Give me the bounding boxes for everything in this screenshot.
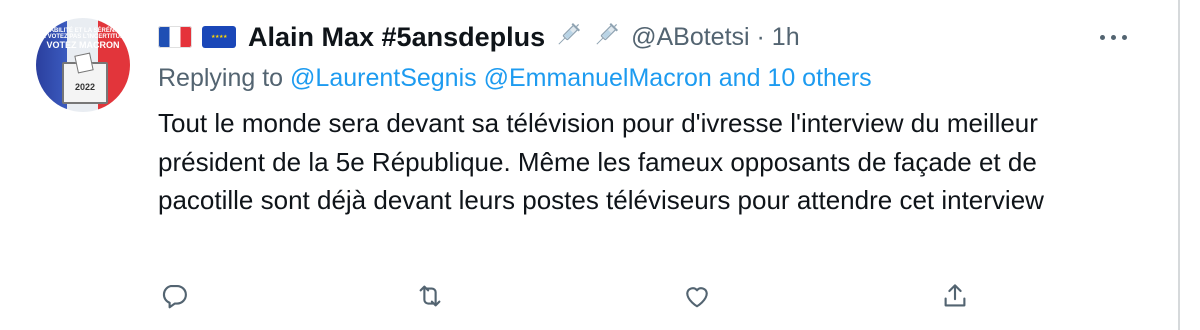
display-name[interactable]: Alain Max #5ansdeplus — [248, 22, 545, 53]
heart-icon — [686, 287, 708, 308]
syringe-icon — [591, 20, 621, 55]
replying-to: Replying to @LaurentSegnis @EmmanuelMacr… — [158, 64, 872, 93]
avatar-banner-line3: VOTEZ MACRON — [46, 39, 120, 50]
avatar[interactable]: STABILITÉ ET LA SÉRÉNITÉ NE VOTEZ PAS L'… — [36, 18, 130, 112]
handle-and-time[interactable]: @ABotetsi · 1h — [631, 23, 800, 52]
retweet-button[interactable] — [410, 276, 450, 316]
share-icon — [944, 284, 966, 307]
reply-button[interactable] — [154, 276, 194, 316]
ballot-paper-icon — [74, 52, 94, 74]
syringe-icon — [553, 20, 583, 55]
tweet-card: STABILITÉ ET LA SÉRÉNITÉ NE VOTEZ PAS L'… — [0, 0, 1180, 330]
reply-icon — [162, 284, 187, 309]
action-bar — [0, 276, 1178, 320]
tweet-text: Tout le monde sera devant sa télévision … — [158, 108, 1044, 215]
more-options-icon[interactable] — [1094, 22, 1134, 52]
like-button[interactable] — [677, 276, 717, 316]
replying-to-links[interactable]: @LaurentSegnis @EmmanuelMacron and 10 ot… — [290, 64, 872, 92]
tweet-header: ★★★★ Alain Max #5ansdeplus @ABotetsi · 1… — [158, 20, 800, 54]
france-flag-icon — [158, 26, 192, 48]
retweet-icon — [419, 285, 441, 307]
share-button[interactable] — [935, 276, 975, 316]
avatar-year: 2022 — [74, 82, 96, 92]
replying-to-prefix: Replying to — [158, 64, 291, 92]
european-union-flag-icon: ★★★★ — [202, 26, 236, 48]
avatar-banner: STABILITÉ ET LA SÉRÉNITÉ NE VOTEZ PAS L'… — [36, 28, 130, 50]
